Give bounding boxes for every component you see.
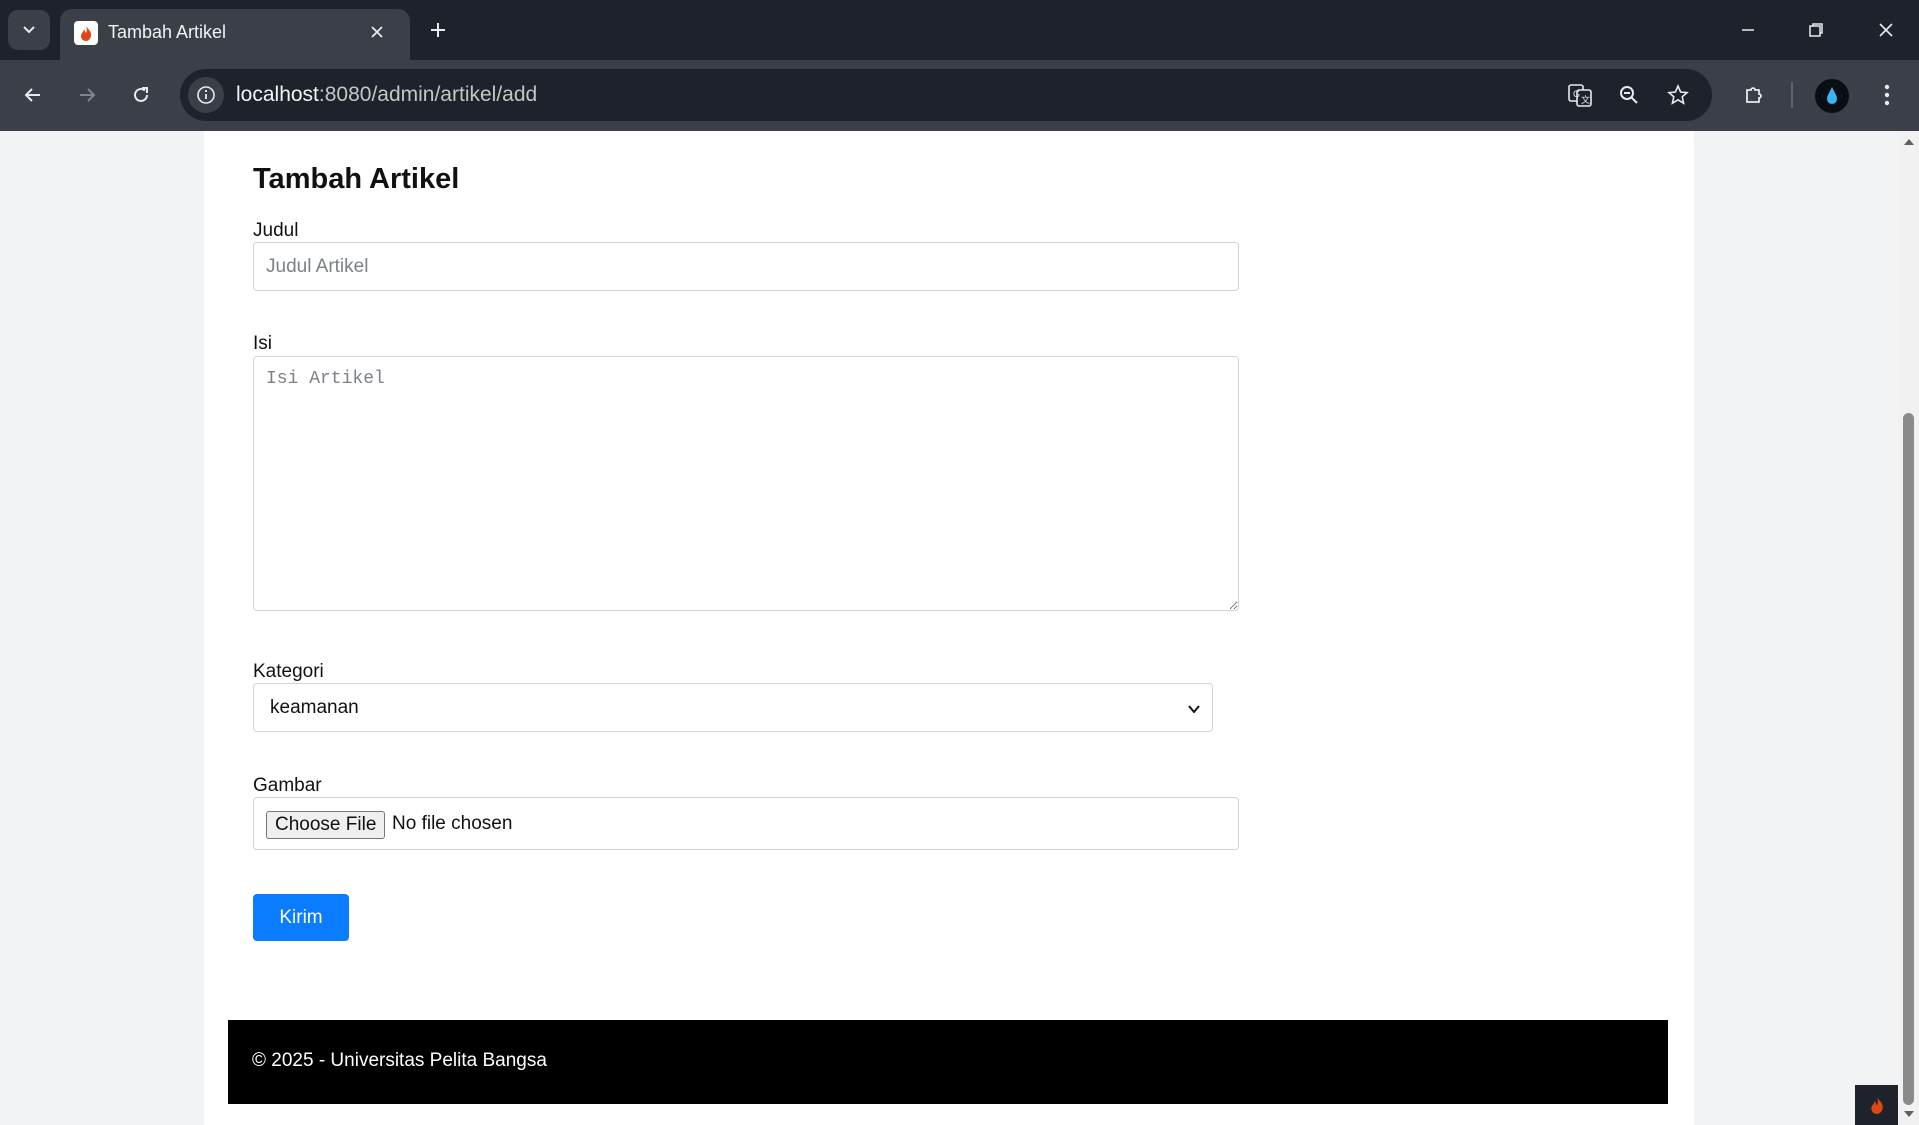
browser-menu-icon[interactable] bbox=[1866, 74, 1908, 116]
reload-icon[interactable] bbox=[120, 74, 162, 116]
scroll-down-arrow-icon[interactable] bbox=[1898, 1107, 1919, 1121]
judul-input[interactable] bbox=[253, 242, 1239, 291]
back-arrow-icon[interactable] bbox=[12, 74, 54, 116]
svg-text:G: G bbox=[1573, 89, 1580, 99]
svg-text:文: 文 bbox=[1581, 94, 1590, 105]
page-viewport: Tambah Artikel Judul Isi Kategori keaman… bbox=[0, 131, 1898, 1125]
new-tab-plus-icon[interactable] bbox=[420, 12, 456, 48]
kirim-submit-button[interactable]: Kirim bbox=[253, 894, 349, 941]
site-info-icon[interactable] bbox=[188, 77, 224, 113]
minimize-icon[interactable] bbox=[1720, 6, 1776, 54]
url-path: :8080/admin/artikel/add bbox=[318, 83, 538, 106]
gambar-label: Gambar bbox=[253, 775, 322, 796]
scroll-up-arrow-icon[interactable] bbox=[1898, 135, 1919, 149]
page-container: Tambah Artikel Judul Isi Kategori keaman… bbox=[204, 131, 1694, 1125]
isi-label: Isi bbox=[253, 333, 272, 354]
address-bar[interactable]: localhost:8080/admin/artikel/add G文 bbox=[180, 69, 1712, 121]
chevron-down-icon bbox=[23, 26, 35, 34]
page-footer: © 2025 - Universitas Pelita Bangsa bbox=[228, 1020, 1668, 1104]
footer-copyright: © 2025 - Universitas Pelita Bangsa bbox=[252, 1050, 547, 1071]
extensions-puzzle-icon[interactable] bbox=[1733, 74, 1775, 116]
gambar-file-input[interactable]: Choose File No file chosen bbox=[253, 797, 1239, 850]
page-title: Tambah Artikel bbox=[253, 163, 460, 195]
restore-icon[interactable] bbox=[1788, 6, 1844, 54]
chevron-down-icon bbox=[1184, 699, 1204, 719]
url-text: localhost:8080/admin/artikel/add bbox=[236, 83, 537, 107]
choose-file-button[interactable]: Choose File bbox=[266, 811, 386, 839]
kategori-label: Kategori bbox=[253, 661, 324, 682]
page-scrollbar[interactable] bbox=[1898, 131, 1919, 1125]
kategori-selected-value: keamanan bbox=[270, 697, 359, 718]
codeigniter-debug-toolbar-icon[interactable] bbox=[1855, 1085, 1898, 1125]
forward-arrow-icon[interactable] bbox=[66, 74, 108, 116]
translate-icon[interactable]: G文 bbox=[1564, 79, 1596, 111]
browser-tab-active[interactable]: Tambah Artikel bbox=[60, 9, 410, 60]
close-window-icon[interactable] bbox=[1858, 6, 1914, 54]
judul-label: Judul bbox=[253, 220, 299, 241]
tab-search-button[interactable] bbox=[8, 10, 50, 50]
zoom-icon[interactable] bbox=[1613, 79, 1645, 111]
codeigniter-flame-icon bbox=[74, 21, 98, 45]
toolbar-divider bbox=[1791, 82, 1793, 108]
bookmark-star-icon[interactable] bbox=[1662, 79, 1694, 111]
profile-avatar[interactable] bbox=[1815, 79, 1849, 113]
scrollbar-thumb[interactable] bbox=[1903, 413, 1914, 1105]
tab-title: Tambah Artikel bbox=[108, 22, 227, 42]
url-host: localhost bbox=[236, 83, 319, 106]
kategori-select[interactable]: keamanan bbox=[253, 683, 1213, 732]
file-status-text: No file chosen bbox=[392, 813, 513, 834]
browser-toolbar: localhost:8080/admin/artikel/add G文 bbox=[0, 60, 1919, 131]
isi-textarea[interactable] bbox=[253, 356, 1239, 611]
tab-close-icon[interactable] bbox=[364, 19, 390, 45]
browser-titlebar: Tambah Artikel bbox=[0, 0, 1919, 60]
